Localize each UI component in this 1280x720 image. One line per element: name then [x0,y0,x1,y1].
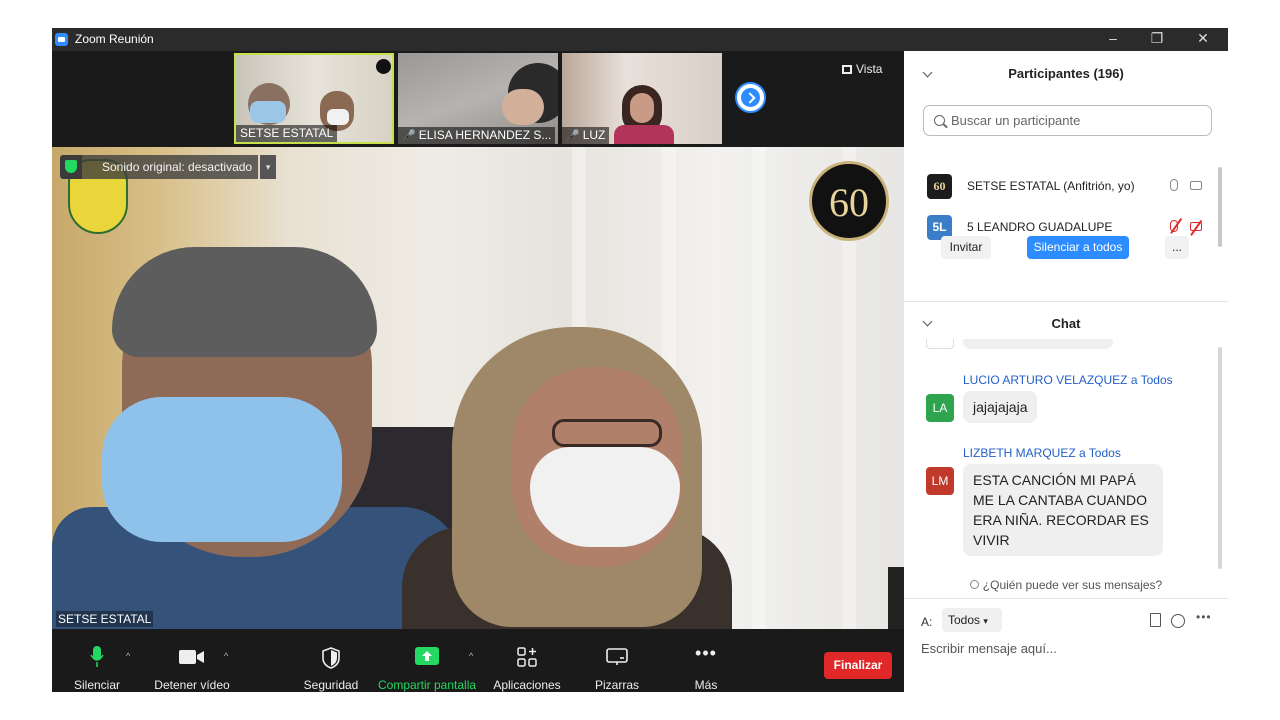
zoom-window: Zoom Reunión – ❐ ✕ SETSE ESTATAL 🎤 ELISA … [52,28,1228,692]
speaker-name: SETSE ESTATAL [56,611,154,627]
thumbnail-name: 🎤 ELISA HERNANDEZ S... [398,127,556,144]
next-page-arrow-icon[interactable] [735,82,766,113]
grid-view-icon [842,65,852,74]
chevron-down-icon: ▾ [983,616,988,626]
more-dots-icon: ••• [695,643,717,663]
participants-more-button[interactable]: ... [1165,236,1189,259]
chat-avatar: LM [926,467,954,495]
video-area: SETSE ESTATAL 🎤 ELISA HERNANDEZ S... 🎤 LUZ… [52,51,904,692]
face-mask [327,109,349,125]
shield-icon [60,155,82,179]
chat-title: Chat [1051,316,1081,331]
apps-button[interactable]: Aplicaciones [492,635,562,692]
view-button[interactable]: Vista [842,62,882,76]
window-title: Zoom Reunión [75,32,154,46]
participant-face [502,89,544,125]
microphone-muted-icon[interactable] [1170,220,1178,232]
search-icon [934,115,945,126]
face-mask [530,447,680,547]
emoji-icon[interactable] [1171,614,1185,628]
person-icon [969,580,979,589]
minimize-button[interactable]: – [1090,28,1136,51]
zoom-app-icon [55,33,68,46]
thumbnail-name: SETSE ESTATAL [236,125,338,142]
video-camera-icon [179,649,205,668]
microphone-icon [90,646,104,671]
eyeglasses [552,419,662,447]
stop-video-button[interactable]: Detener vídeo [152,635,232,692]
who-can-see-link[interactable]: ¿Quién puede ver sus mensajes? [904,578,1228,592]
original-sound-indicator[interactable]: Sonido original: desactivado ▾ [60,154,277,180]
file-icon[interactable] [1150,613,1161,627]
recipient-dropdown[interactable]: Todos ▾ [942,608,1002,632]
chevron-up-icon[interactable]: ^ [126,651,130,661]
participant-avatar: 60 [927,174,952,199]
share-screen-button[interactable]: Compartir pantalla [378,635,476,692]
thumbnail-luz[interactable]: 🎤 LUZ [562,53,722,144]
chat-sender[interactable]: LUCIO ARTURO VELAZQUEZ a Todos [963,373,1173,387]
face-mask [102,397,342,542]
original-sound-label: Sonido original: desactivado [82,155,259,179]
mute-all-button[interactable]: Silenciar a todos [1027,236,1129,259]
participant-name: SETSE ESTATAL (Anfitrión, yo) [967,179,1135,193]
side-panel: Participantes (196) Buscar un participan… [904,51,1228,692]
chat-message-input[interactable]: Escribir mensaje aquí... [921,641,1211,656]
close-button[interactable]: ✕ [1180,28,1226,51]
participant-search-input[interactable]: Buscar un participante [923,105,1212,136]
chat-sender[interactable]: LIZBETH MARQUEZ a Todos [963,446,1121,460]
apps-icon [517,647,537,670]
security-button[interactable]: Seguridad [300,635,362,692]
video-off-icon[interactable] [1190,222,1202,231]
shield-icon [322,647,340,672]
video-camera-icon[interactable] [1190,181,1202,190]
thumbnail-name: 🎤 LUZ [562,127,610,144]
badge-icon [376,59,391,74]
invite-button[interactable]: Invitar [941,236,991,259]
background-object [888,567,904,629]
partial-message-bubble [963,339,1113,349]
chat-message: jajajajaja [963,391,1038,423]
whiteboard-icon [606,648,628,669]
chevron-down-icon[interactable]: ▾ [260,155,277,179]
participants-scrollbar[interactable] [1218,167,1222,247]
chat-avatar: LA [926,394,954,422]
mute-button[interactable]: Silenciar [66,635,128,692]
share-screen-icon [415,647,439,668]
thumbnail-setse-estatal[interactable]: SETSE ESTATAL [234,53,394,144]
participants-title: Participantes (196) [1008,66,1124,81]
participant-row[interactable]: 60 SETSE ESTATAL (Anfitrión, yo) [927,172,1207,202]
anniversary-badge: 60 [809,161,889,241]
participant-shirt [614,125,674,144]
meeting-toolbar: Silenciar ^ Detener vídeo ^ Seguridad Co… [52,635,904,692]
curtain-fold [752,147,766,629]
mic-off-icon: 🎤 [566,130,580,142]
mic-off-icon: 🎤 [402,130,416,142]
participant-name: 5 LEANDRO GUADALUPE [967,220,1113,234]
partial-avatar [926,339,954,349]
chat-message: ESTA CANCIÓN MI PAPÁ ME LA CANTABA CUAND… [963,464,1163,556]
chevron-up-icon[interactable]: ^ [224,651,228,661]
end-meeting-button[interactable]: Finalizar [824,652,892,679]
thumbnail-elisa-hernandez[interactable]: 🎤 ELISA HERNANDEZ S... [398,53,558,144]
whiteboards-button[interactable]: Pizarras [587,635,647,692]
face-mask [250,101,286,123]
participant-hair [112,247,377,357]
main-video: 60 Sonido original: desactivado ▾ SETSE … [52,147,904,629]
microphone-icon[interactable] [1170,179,1178,191]
restore-button[interactable]: ❐ [1134,28,1180,51]
thumbnail-strip: SETSE ESTATAL 🎤 ELISA HERNANDEZ S... 🎤 LUZ… [52,51,904,147]
more-button[interactable]: ••• Más [676,635,736,692]
chat-more-icon[interactable]: ••• [1196,610,1212,624]
participant-face [630,93,654,123]
recipient-label: A: [921,615,933,629]
divider [904,301,1228,302]
title-bar: Zoom Reunión – ❐ ✕ [52,28,1228,51]
divider [904,598,1228,599]
chat-scrollbar[interactable] [1218,347,1222,569]
chevron-up-icon[interactable]: ^ [469,651,473,661]
